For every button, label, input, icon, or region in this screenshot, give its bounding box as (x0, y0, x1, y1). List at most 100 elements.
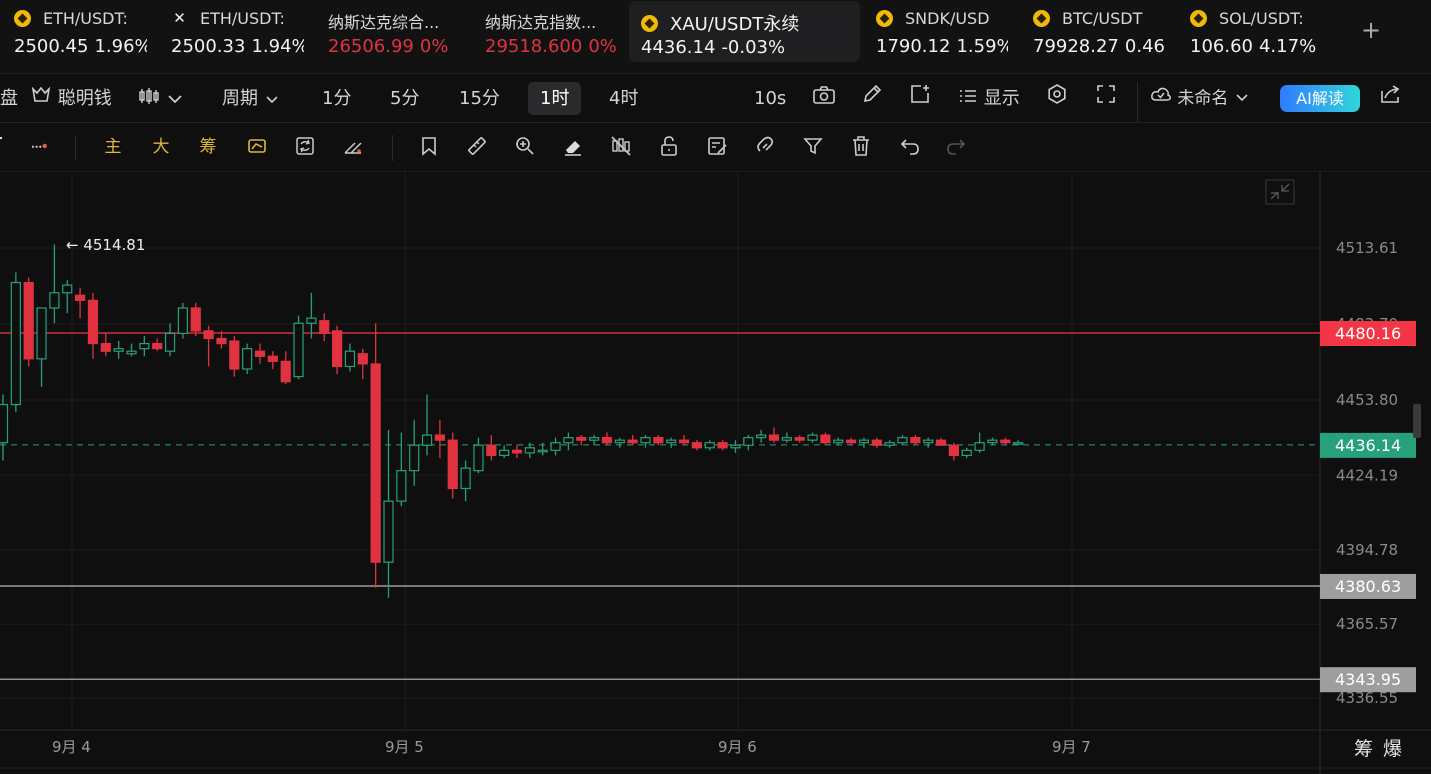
ticker-price: 2500.45 (14, 36, 89, 57)
trash-icon (853, 136, 869, 156)
smart-money-icon (30, 75, 52, 124)
delete-button[interactable] (850, 135, 874, 159)
add-ticker-button[interactable]: + (1357, 16, 1385, 44)
ticker-5[interactable]: SNDK/USD 1790.12 1.59% (876, 0, 1008, 64)
candle-body (177, 307, 188, 335)
screenshot-button[interactable] (812, 74, 836, 123)
zoom-in-button[interactable] (514, 135, 538, 159)
lock-button[interactable] (658, 135, 682, 159)
eraser-button[interactable] (562, 135, 586, 159)
candle-body (10, 281, 21, 406)
candle-body (74, 294, 86, 301)
ticker-6[interactable]: BTC/USDT 79928.270.46% (1033, 0, 1165, 64)
ticker-change: 0% (588, 36, 617, 57)
candle-body (216, 337, 227, 345)
candle-body (807, 434, 818, 441)
eraser-icon (565, 141, 581, 156)
candle-body (820, 434, 831, 444)
candle-body (961, 449, 972, 457)
link-button[interactable] (754, 135, 778, 159)
cursor-tool[interactable] (0, 135, 20, 159)
candle-body (383, 500, 394, 563)
toolbar-divider (392, 135, 393, 161)
candle-body (858, 439, 870, 444)
candlestick-chart[interactable]: 4513.614483.704453.804424.194394.784365.… (0, 172, 1431, 774)
ticker-price-row: 2500.45 1.96% (14, 36, 147, 57)
ruler-button[interactable] (466, 135, 490, 159)
cursor-icon (0, 137, 2, 139)
interval-1m[interactable]: 1分 (322, 74, 351, 123)
price-tick-label: 4513.61 (1336, 239, 1398, 257)
hide-drawings-button[interactable] (610, 135, 634, 159)
ticker-4[interactable]: XAU/USDT永续 4436.14 -0.03% (629, 1, 860, 62)
chip-burst-buttons[interactable]: 筹爆 (1354, 734, 1412, 761)
price-scale-handle[interactable] (1413, 404, 1421, 438)
ticker-0[interactable]: ETH/USDT: 2500.45 1.96% (14, 0, 147, 64)
share-button[interactable] (1378, 74, 1402, 123)
smart-money-button[interactable]: 聪明钱 (30, 74, 112, 123)
ticker-7[interactable]: SOL/USDT: 106.60 4.17% (1190, 0, 1324, 64)
magnet-button[interactable] (342, 135, 366, 159)
fullscreen-icon (1095, 75, 1117, 124)
ticker-symbol: BTC/USDT (1062, 9, 1143, 28)
ticker-price-row: 1790.12 1.59% (876, 36, 1008, 57)
toggle-overlay-button[interactable] (246, 135, 270, 159)
indicator-big-button[interactable]: 大 (149, 135, 173, 159)
binance-coin-icon (1190, 10, 1207, 27)
chevron-down-icon (166, 75, 184, 124)
candle-body (293, 322, 304, 378)
bookmark-button[interactable] (418, 135, 442, 159)
ticker-symbol: SNDK/USD (905, 9, 990, 28)
filter-button[interactable] (802, 135, 826, 159)
candle-body (357, 353, 368, 365)
interval-15m[interactable]: 15分 (459, 74, 500, 123)
candle-type-dropdown[interactable] (138, 74, 184, 123)
ai-analysis-button[interactable]: AI解读 (1280, 85, 1360, 112)
candle-body (1013, 442, 1024, 445)
add-indicator-button[interactable] (909, 74, 931, 123)
undo-button[interactable] (898, 135, 922, 159)
fullscreen-button[interactable] (1095, 74, 1117, 123)
interval-4h[interactable]: 4时 (609, 74, 638, 123)
ticker-3[interactable]: 纳斯达克指数... 29518.600 0% (485, 0, 620, 64)
display-menu[interactable]: 显示 (958, 74, 1020, 123)
indicator-chip-button[interactable]: 筹 (196, 135, 220, 159)
candle-body (576, 437, 587, 441)
draw-button[interactable] (861, 74, 883, 123)
period-label: 周期 (222, 88, 258, 109)
settings-button[interactable] (1046, 74, 1068, 123)
price-chart[interactable]: 4513.614483.704453.804424.194394.784365.… (0, 172, 1431, 774)
candle-body (704, 442, 715, 449)
candle-body (678, 439, 690, 444)
candle-body (267, 355, 278, 362)
interval-1h[interactable]: 1时 (528, 82, 582, 115)
ticker-2[interactable]: 纳斯达克综合... 26506.99 0% (328, 0, 463, 64)
candle-body (62, 284, 73, 294)
ticker-symbol-row: 纳斯达克指数... (485, 9, 596, 33)
period-dropdown[interactable]: 周期 (222, 74, 280, 123)
sync-button[interactable] (294, 135, 318, 159)
interval-5m[interactable]: 5分 (390, 74, 419, 123)
ticker-symbol-row: SNDK/USD (876, 9, 990, 28)
more-tools-button[interactable] (30, 135, 60, 159)
ticker-1[interactable]: ✕ ETH/USDT: 2500.33 1.94% (171, 0, 304, 64)
camera-icon (812, 75, 836, 124)
candle-body (113, 348, 124, 352)
ticker-price-row: 29518.600 0% (485, 36, 617, 57)
template-button[interactable] (706, 135, 730, 159)
ticker-price: 2500.33 (171, 36, 246, 57)
candle-body (756, 434, 767, 439)
layout-dropdown[interactable]: 未命名 (1150, 74, 1250, 123)
ticker-change: 0.46% (1124, 36, 1165, 57)
candle-body (280, 360, 291, 383)
refresh-rate[interactable]: 10s (754, 74, 786, 123)
pan-label[interactable]: 盘 (0, 74, 18, 123)
display-label: 显示 (983, 88, 1020, 109)
pencil-icon (861, 75, 883, 124)
binance-coin-icon (876, 10, 893, 27)
indicator-main-button[interactable]: 主 (101, 135, 125, 159)
candle-body (332, 330, 343, 368)
ticker-symbol-row: ✕ ETH/USDT: (171, 9, 285, 28)
chart-toolbar: 盘 聪明钱 周期 1分 5分 15分 1时 4时 10s 显示 未命名 AI解读 (0, 74, 1431, 123)
redo-button[interactable] (946, 135, 970, 159)
